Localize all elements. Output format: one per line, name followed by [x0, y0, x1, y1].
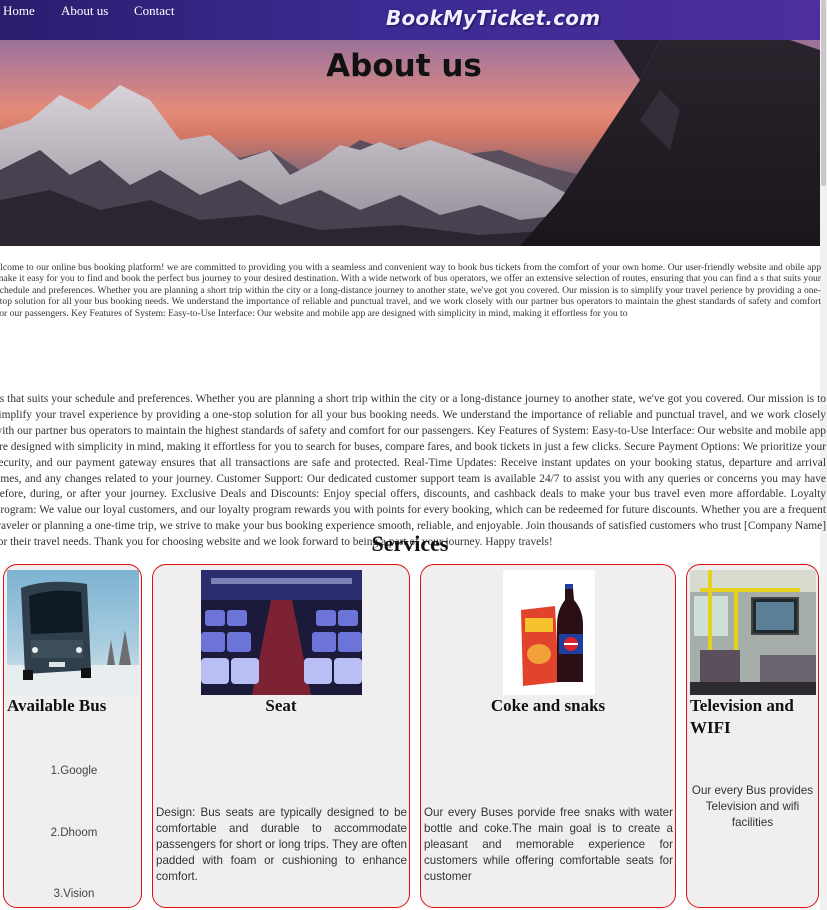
service-card-coke-and-snacks: Coke and snaks Our every Buses porvide f… — [420, 564, 676, 908]
nav-about-us-link[interactable]: About us — [61, 3, 108, 19]
bus-operator-link-google[interactable]: 1.Google — [4, 765, 141, 777]
brand-logo-text[interactable]: BookMyTicket.com — [386, 6, 600, 30]
service-card-seat: Seat Design: Bus seats are typically des… — [152, 564, 410, 908]
bus-operator-link-vision[interactable]: 3.Vision — [4, 888, 141, 900]
card-description: Our every Buses porvide free snaks with … — [424, 806, 673, 883]
bus-operator-link-dhoom[interactable]: 2.Dhoom — [4, 827, 141, 839]
scrolling-intro-text: elcome to our online bus booking platfor… — [0, 262, 821, 319]
nav-contact-link[interactable]: Contact — [134, 3, 174, 19]
page-scrollbar-thumb[interactable] — [821, 0, 826, 186]
card-description: Design: Bus seats are typically designed… — [156, 806, 407, 883]
services-heading: Services — [371, 531, 449, 556]
service-card-available-bus: Available Bus 1.Google 2.Dhoom 3.Vision — [3, 564, 142, 908]
snacks-and-coke-image — [503, 570, 595, 695]
bus-interior-tv-image — [690, 570, 816, 695]
top-navigation-bar: Home About us Contact BookMyTicket.com — [0, 0, 820, 40]
card-title: Coke and snaks — [490, 696, 606, 715]
card-title: Seat — [265, 696, 297, 715]
service-card-television-and-wifi: Television and WIFI Our every Bus provid… — [686, 564, 819, 908]
nav-home-link[interactable]: Home — [3, 3, 35, 19]
about-paragraph: us that suits your schedule and preferen… — [0, 393, 826, 549]
card-description: Our every Bus provides Television and wi… — [691, 784, 814, 829]
page-title: About us — [326, 48, 482, 84]
card-title: Available Bus — [7, 696, 107, 715]
bus-seats-image — [201, 570, 362, 695]
card-title: Television and WIFI — [690, 696, 794, 737]
bus-image — [7, 570, 139, 695]
